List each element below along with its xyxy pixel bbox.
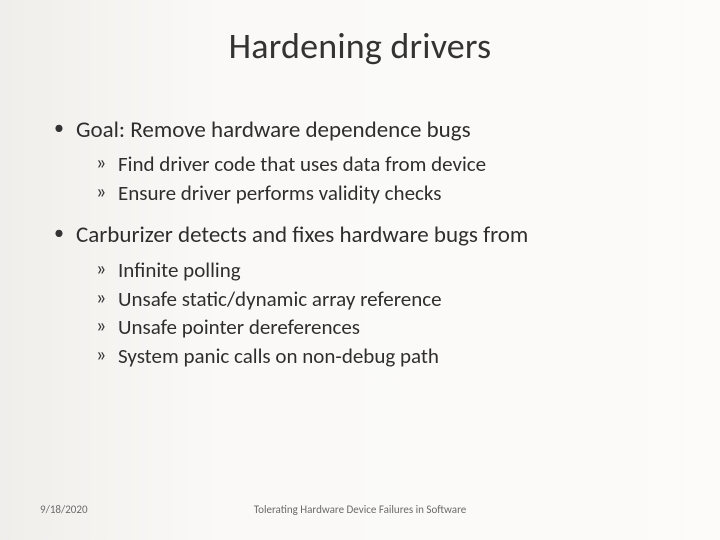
sub-bullet-list: Find driver code that uses data from dev…	[76, 151, 666, 207]
sub-bullet-text: Infinite polling	[118, 257, 241, 283]
bullet-list: Goal: Remove hardware dependence bugs Fi…	[54, 116, 666, 370]
bullet-item: Goal: Remove hardware dependence bugs Fi…	[54, 116, 666, 207]
sub-bullet-item: System panic calls on non-debug path	[76, 343, 666, 370]
sub-bullet-text: System panic calls on non-debug path	[118, 343, 439, 369]
sub-bullet-text: Unsafe static/dynamic array reference	[118, 286, 442, 312]
bullet-text: Goal: Remove hardware dependence bugs	[76, 116, 471, 144]
bullet-item: Carburizer detects and fixes hardware bu…	[54, 221, 666, 370]
sub-bullet-item: Infinite polling	[76, 257, 666, 284]
sub-bullet-text: Find driver code that uses data from dev…	[118, 151, 486, 177]
sub-bullet-text: Ensure driver performs validity checks	[118, 180, 441, 206]
sub-bullet-text: Unsafe pointer dereferences	[118, 314, 360, 340]
sub-bullet-item: Unsafe pointer dereferences	[76, 314, 666, 341]
footer-caption: Tolerating Hardware Device Failures in S…	[0, 503, 720, 516]
slide-title: Hardening drivers	[0, 24, 720, 68]
sub-bullet-item: Ensure driver performs validity checks	[76, 180, 666, 207]
sub-bullet-list: Infinite polling Unsafe static/dynamic a…	[76, 257, 666, 371]
slide-content: Goal: Remove hardware dependence bugs Fi…	[54, 116, 666, 384]
bullet-text: Carburizer detects and fixes hardware bu…	[76, 221, 528, 249]
sub-bullet-item: Unsafe static/dynamic array reference	[76, 286, 666, 313]
slide: Hardening drivers Goal: Remove hardware …	[0, 0, 720, 540]
sub-bullet-item: Find driver code that uses data from dev…	[76, 151, 666, 178]
